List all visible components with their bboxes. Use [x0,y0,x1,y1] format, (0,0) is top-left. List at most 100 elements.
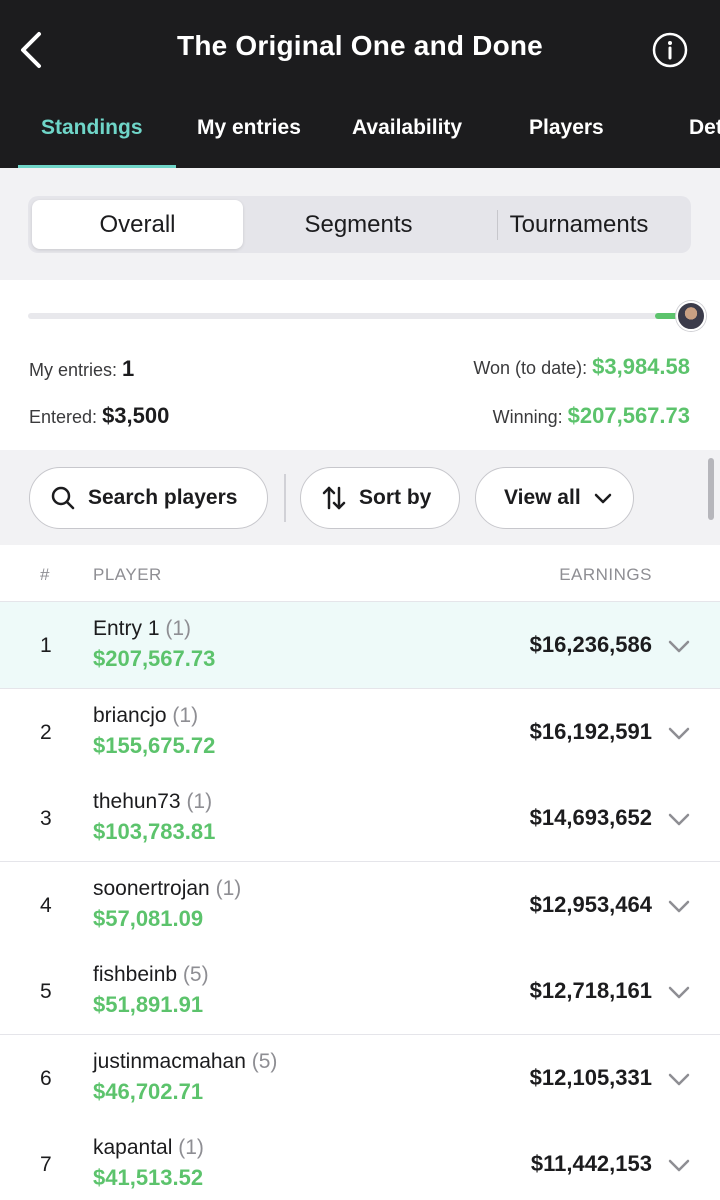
table-row[interactable]: 6 justinmacmahan (5) $46,702.71 $12,105,… [0,1035,720,1122]
row-player: justinmacmahan (5) [93,1050,277,1074]
segmented-control: Overall Segments Tournaments [28,196,691,253]
expand-chevron-icon[interactable] [668,1154,690,1176]
expand-chevron-icon[interactable] [668,1068,690,1090]
entered-value: $3,500 [102,403,170,428]
player-winning: $41,513.52 [93,1165,204,1190]
standings-progress-bar [28,313,688,319]
segment-tournaments[interactable]: Tournaments [471,200,687,249]
row-player: briancjo (1) [93,704,198,728]
my-entries-label: My entries: [29,360,118,380]
table-row[interactable]: 7 kapantal (1) $41,513.52 $11,442,153 [0,1121,720,1200]
view-all-dropdown[interactable]: View all [475,467,634,529]
segment-segments[interactable]: Segments [249,200,468,249]
player-earnings: $16,192,591 [529,719,652,744]
player-earnings: $14,693,652 [529,805,652,830]
tab-standings[interactable]: Standings [41,116,143,140]
row-player: thehun73 (1) [93,790,212,814]
chevron-down-icon [594,493,611,504]
info-circle-icon [652,32,688,68]
winning-value: $207,567.73 [567,403,690,428]
player-name: justinmacmahan [93,1050,246,1073]
player-name: thehun73 [93,790,181,813]
row-rank: 4 [40,894,52,917]
entry-count: (1) [165,617,192,640]
row-player: fishbeinb (5) [93,963,209,987]
avatar [676,301,706,331]
table-row[interactable]: 4 soonertrojan (1) $57,081.09 $12,953,46… [0,862,720,949]
sort-by-label: Sort by [359,486,432,509]
sort-by-button[interactable]: Sort by [300,467,460,529]
row-player: Entry 1 (1) [93,617,191,641]
player-winning: $207,567.73 [93,646,216,671]
expand-chevron-icon[interactable] [668,895,690,917]
player-earnings: $12,718,161 [529,978,652,1003]
entry-count: (1) [186,790,213,813]
row-rank: 3 [40,807,52,830]
row-rank: 2 [40,721,52,744]
won-value: $3,984.58 [592,354,690,379]
row-player: kapantal (1) [93,1136,204,1160]
filter-divider [284,474,286,522]
entry-count: (1) [215,877,242,900]
tab-availability[interactable]: Availability [352,116,462,140]
player-name: briancjo [93,704,167,727]
table-row[interactable]: 5 fishbeinb (5) $51,891.91 $12,718,161 [0,948,720,1035]
player-winning: $155,675.72 [93,733,216,758]
tab-my-entries[interactable]: My entries [197,116,301,140]
tab-bar: Standings My entries Availability Player… [0,104,720,168]
row-rank: 7 [40,1153,52,1176]
column-rank: # [40,565,50,584]
winning-stat: Winning: $207,567.73 [493,403,690,429]
player-earnings: $16,236,586 [529,632,652,657]
entered-stat: Entered: $3,500 [29,403,169,429]
expand-chevron-icon[interactable] [668,981,690,1003]
my-entries-stat: My entries: 1 [29,356,134,382]
filter-bar: Search players Sort by View all [0,450,720,545]
info-button[interactable] [651,31,689,69]
standings-table-header: # PLAYER EARNINGS [0,545,720,602]
tab-players[interactable]: Players [529,116,604,140]
tab-details[interactable]: Det [689,116,720,140]
player-name: fishbeinb [93,963,178,986]
segment-overall[interactable]: Overall [32,200,243,249]
entry-count: (1) [178,1136,204,1159]
player-winning: $46,702.71 [93,1079,204,1104]
player-winning: $103,783.81 [93,819,216,844]
column-earnings: EARNINGS [559,565,652,584]
search-players-label: Search players [88,486,238,509]
expand-chevron-icon[interactable] [668,722,690,744]
table-row[interactable]: 1 Entry 1 (1) $207,567.73 $16,236,586 [0,602,720,689]
page-title: The Original One and Done [177,30,543,61]
expand-chevron-icon[interactable] [668,808,690,830]
entry-count: (1) [172,704,199,727]
entered-label: Entered: [29,407,98,427]
view-all-label: View all [504,486,581,509]
winning-label: Winning: [492,407,563,427]
scrollbar[interactable] [708,458,714,520]
my-entries-value: 1 [122,356,135,381]
search-icon [51,486,75,510]
row-rank: 6 [40,1067,52,1090]
player-winning: $57,081.09 [93,906,204,931]
player-earnings: $12,105,331 [529,1065,652,1090]
player-earnings: $11,442,153 [530,1151,652,1176]
sort-arrows-icon [322,486,346,510]
row-player: soonertrojan (1) [93,877,241,901]
player-name: kapantal [93,1136,173,1159]
table-row[interactable]: 2 briancjo (1) $155,675.72 $16,192,591 [0,689,720,776]
won-stat: Won (to date): $3,984.58 [473,354,690,380]
row-rank: 1 [40,634,52,657]
column-player: PLAYER [93,565,162,584]
entry-summary: My entries: 1 Won (to date): $3,984.58 E… [0,280,720,450]
entry-count: (5) [251,1050,278,1073]
table-row[interactable]: 3 thehun73 (1) $103,783.81 $14,693,652 [0,775,720,862]
segment-area: Overall Segments Tournaments [0,168,720,280]
player-name: Entry 1 [93,617,160,640]
player-name: soonertrojan [93,877,210,900]
player-winning: $51,891.91 [93,992,204,1017]
expand-chevron-icon[interactable] [668,635,690,657]
search-players-button[interactable]: Search players [29,467,268,529]
entry-count: (5) [182,963,209,986]
top-bar: The Original One and Done Standings My e… [0,0,720,168]
row-rank: 5 [40,980,52,1003]
